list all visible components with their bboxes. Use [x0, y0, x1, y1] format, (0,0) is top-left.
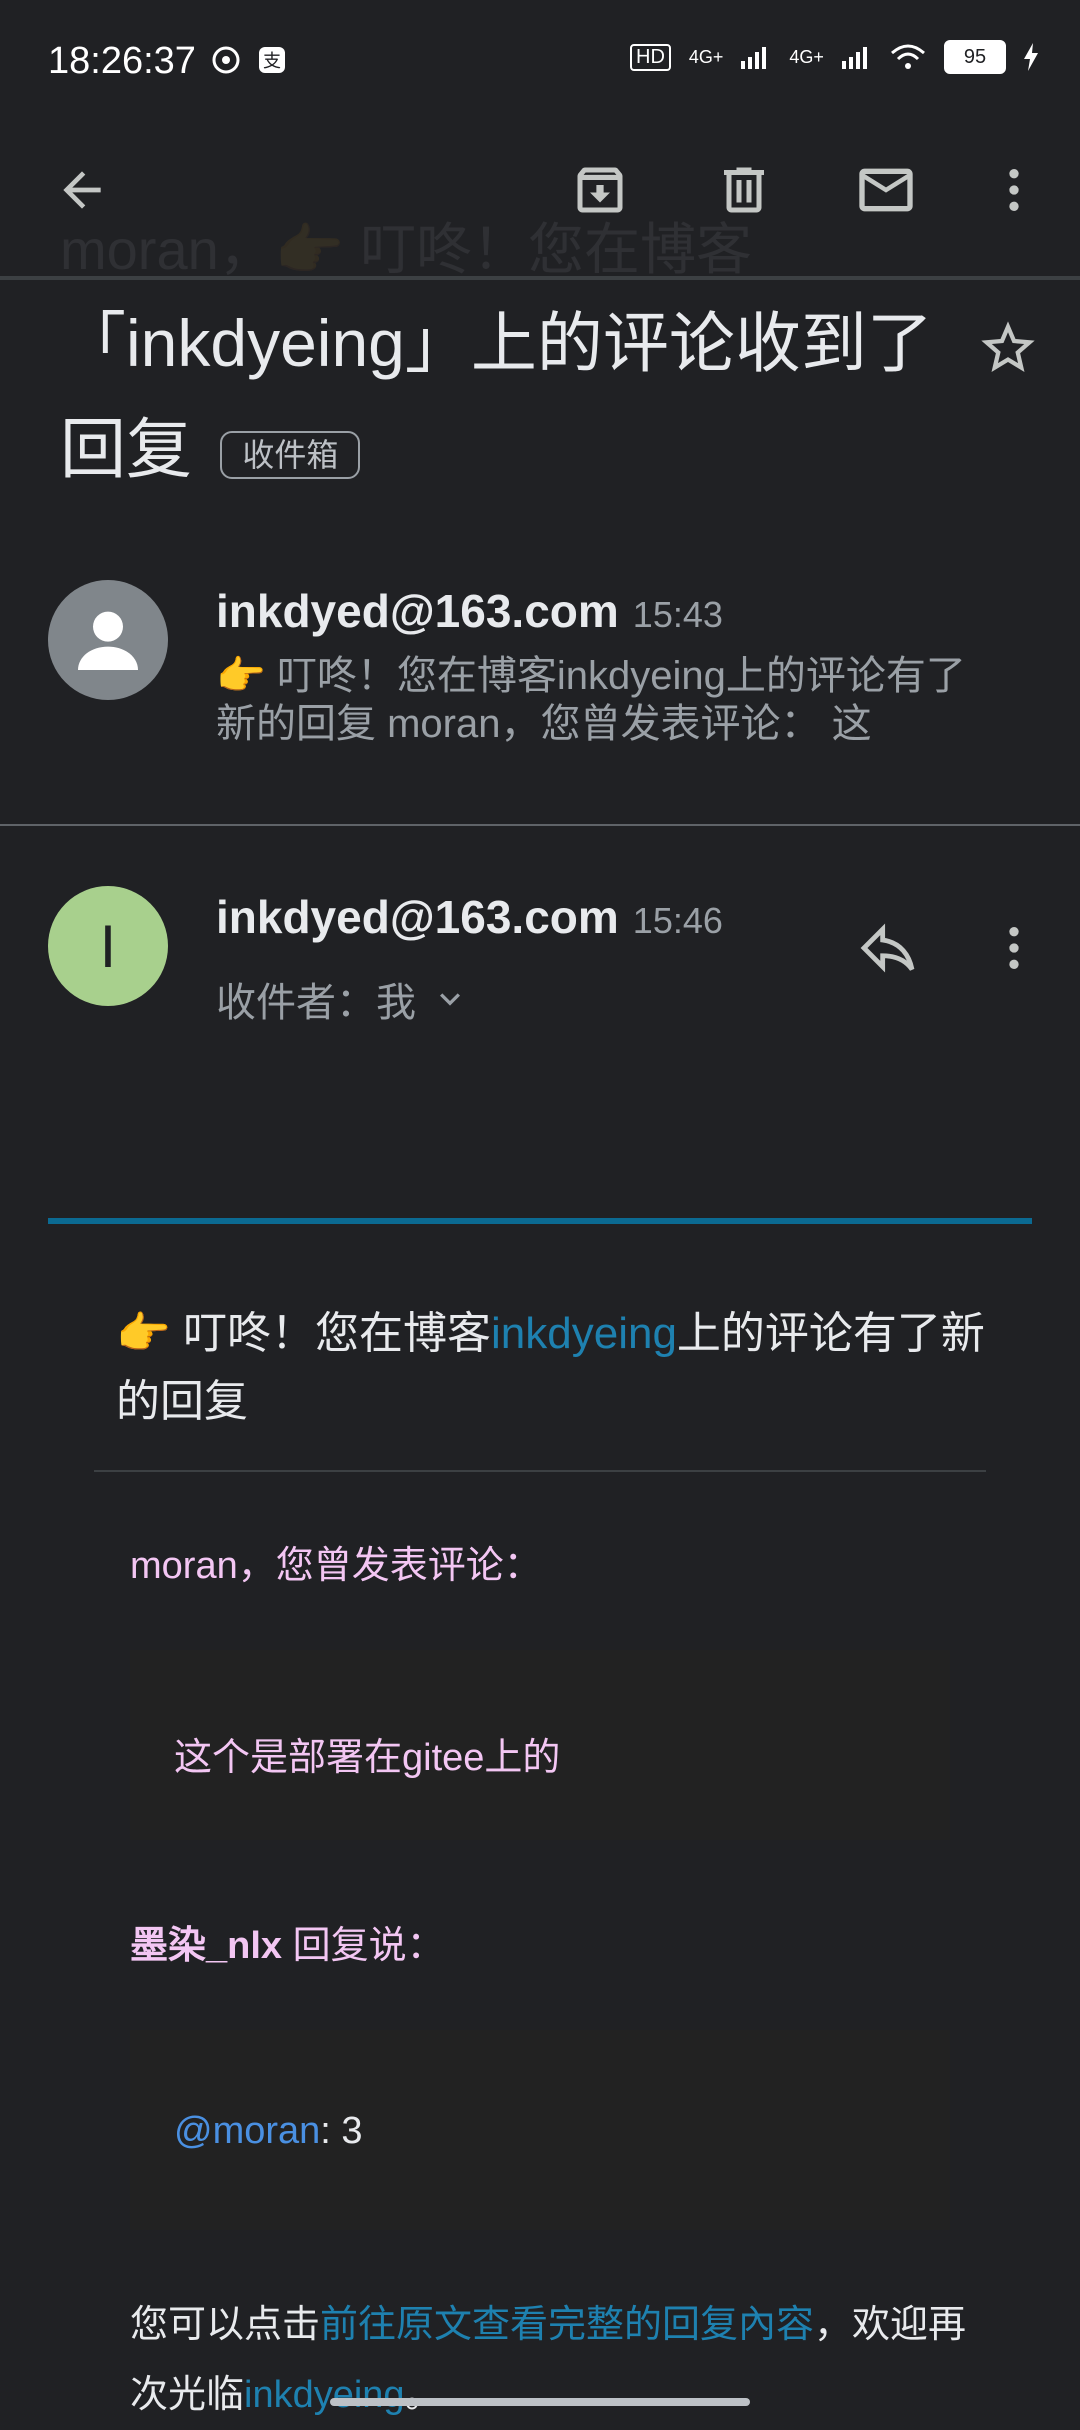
mail-icon [859, 168, 913, 212]
reply-intro: 墨染_nlx 回复说： [130, 1914, 445, 1969]
alipay-icon: 支 [259, 47, 285, 73]
svg-text:支: 支 [263, 51, 281, 72]
star-outline-icon [981, 321, 1035, 372]
recipient-text: 收件者：我 [216, 981, 416, 1025]
sender-email: inkdyed@163.com [216, 585, 619, 637]
status-system-icons: HD 4G+ 4G+ 95 [630, 40, 1038, 74]
reply-icon [860, 923, 915, 973]
reply-box: @moran: 3 [130, 2030, 950, 2230]
message-preview: 👉 叮咚！您在博客inkdyeing上的评论有了新的回复 moran，您曾发表评… [216, 654, 966, 746]
email-subject: 「inkdyeing」上的评论收到了回复 收件箱 [60, 290, 960, 502]
star-button[interactable] [976, 316, 1040, 385]
email-body-title: 👉 叮咚！您在博客inkdyeing上的评论有了新的回复 [116, 1300, 996, 1436]
wifi-icon [890, 44, 925, 69]
more-options-button[interactable] [974, 150, 1054, 230]
title-text-start: 👉 叮咚！您在博客 [116, 1309, 492, 1358]
mark-unread-button[interactable] [846, 150, 926, 230]
mention-link[interactable]: @moran [174, 2110, 320, 2152]
message-collapsed[interactable]: inkdyed@163.com 15:43 👉 叮咚！您在博客inkdyeing上… [0, 560, 1080, 822]
blog-link-footer[interactable]: inkdyeing [244, 2374, 405, 2416]
status-app-icons: 支 [210, 44, 288, 76]
more-vert-icon [1009, 169, 1019, 211]
message-time: 15:46 [632, 900, 723, 941]
avatar [48, 580, 168, 700]
reply-button[interactable] [848, 908, 928, 988]
inbox-label-chip[interactable]: 收件箱 [220, 430, 361, 479]
home-indicator[interactable] [330, 2398, 750, 2406]
archive-button[interactable] [560, 150, 640, 230]
reply-text: : 3 [320, 2110, 363, 2152]
body-divider [94, 1470, 986, 1472]
replied-label: 回复说： [282, 1925, 445, 1967]
network-1: 4G+ [688, 46, 724, 67]
replier-name: 墨染_nlx [130, 1925, 283, 1967]
arrow-back-icon [63, 171, 101, 209]
view-original-link[interactable]: 前往原文查看完整的回复內容 [320, 2304, 814, 2346]
email-accent-bar [48, 1218, 1032, 1224]
archive-icon [577, 167, 623, 213]
top-action-bar: moran，👉 叮咚！您在博客 [0, 140, 1080, 281]
more-vert-icon [1009, 927, 1019, 969]
collapsed-subject: moran，👉 叮咚！您在博客 [60, 218, 753, 281]
sender-email: inkdyed@163.com [216, 891, 619, 943]
hd-icon: HD [630, 43, 671, 71]
message-header-expanded: inkdyed@163.com 15:46 [216, 890, 723, 944]
message-more-button[interactable] [974, 908, 1054, 988]
message-header: inkdyed@163.com 15:43 [216, 584, 723, 638]
network-2: 4G+ [789, 46, 824, 67]
signal-icon [741, 47, 767, 69]
signal-icon-2 [841, 47, 867, 69]
original-comment-text: 这个是部署在gitee上的 [174, 1737, 561, 1779]
topbar-divider [0, 276, 1080, 280]
battery-indicator: 95 [943, 40, 1006, 74]
recipient-details-toggle[interactable]: 收件者：我 [216, 970, 470, 1028]
message-time: 15:43 [632, 594, 723, 635]
outro-text-start: 您可以点击 [130, 2304, 321, 2346]
back-button[interactable] [42, 150, 122, 230]
original-comment-box: 这个是部署在gitee上的 [130, 1650, 950, 1840]
netease-icon [212, 46, 240, 74]
sender-avatar: I [48, 886, 168, 1006]
subject-text: 「inkdyeing」上的评论收到了回复 [60, 306, 933, 486]
reply-content: @moran: 3 [174, 2110, 363, 2153]
original-comment-intro: moran，您曾发表评论： [130, 1545, 542, 1587]
status-time: 18:26:37 [48, 40, 196, 82]
email-outro: 您可以点击前往原文查看完整的回复內容，欢迎再次光临inkdyeing。 [130, 2290, 970, 2430]
chevron-down-icon [440, 993, 460, 1006]
message-divider [0, 824, 1080, 826]
delete-button[interactable] [704, 150, 784, 230]
trash-icon [724, 167, 764, 213]
outro-text-end: 。 [404, 2374, 443, 2416]
person-icon [78, 611, 138, 670]
charging-icon [1023, 43, 1038, 71]
blog-link[interactable]: inkdyeing [491, 1309, 677, 1358]
